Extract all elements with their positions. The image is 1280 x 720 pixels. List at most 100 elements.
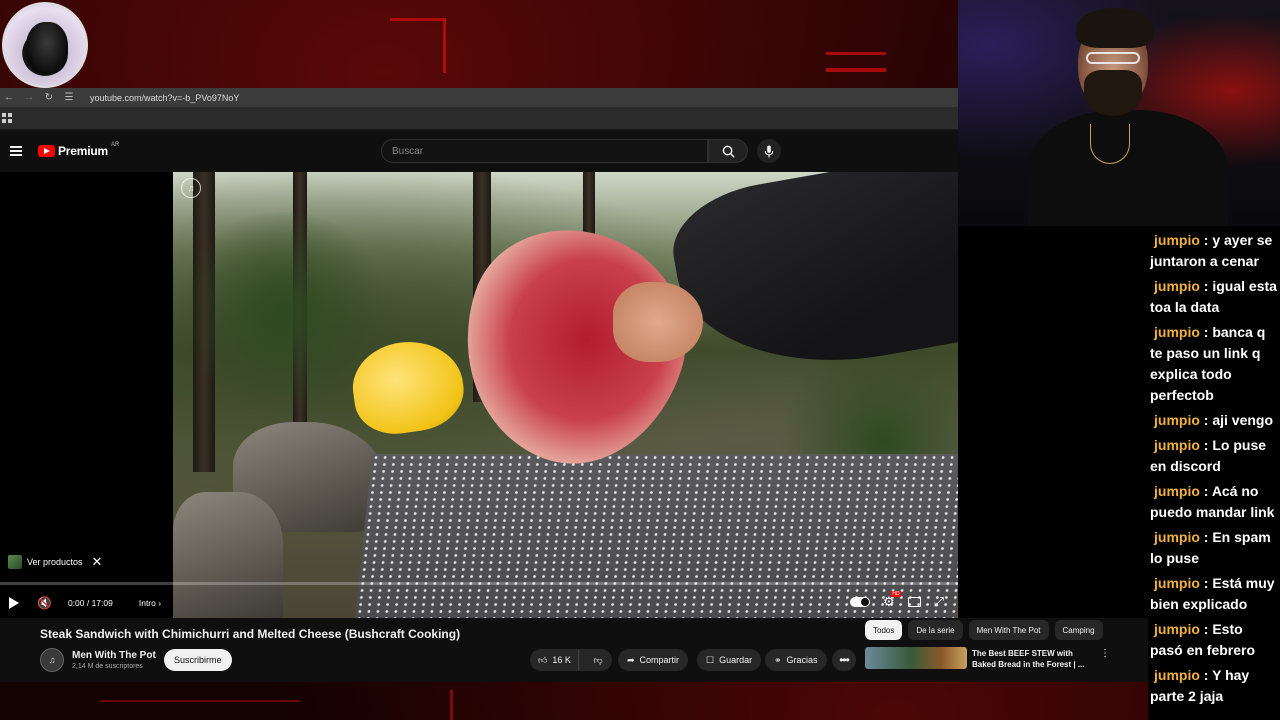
thanks-label: Gracias — [786, 655, 818, 665]
autoplay-toggle[interactable] — [849, 597, 870, 607]
chat-message: jumpio : Y hay parte 2 jaja — [1148, 661, 1280, 707]
channel-watermark-icon[interactable]: ♫ — [181, 178, 201, 198]
video-frame[interactable]: ♫ — [173, 172, 978, 618]
chat-username[interactable]: jumpio — [1154, 232, 1200, 248]
chat-separator: : — [1199, 621, 1213, 637]
muted-volume-icon[interactable]: 🔇 — [37, 596, 52, 610]
chat-message: jumpio : Lo puse en discord — [1148, 431, 1280, 477]
thumbs-up-icon: 👍︎ — [538, 654, 548, 665]
chat-username[interactable]: jumpio — [1154, 483, 1200, 499]
youtube-header: Premium AR Buscar — [0, 130, 958, 172]
filter-chips: Todos De la serie Men With The Pot Camping — [865, 620, 1103, 640]
streamer-necklace — [1090, 124, 1130, 164]
streamer-avatar — [2, 2, 88, 88]
save-button[interactable]: ☐ Guardar — [697, 649, 762, 671]
chat-message: jumpio : Está muy bien explicado — [1148, 569, 1280, 615]
save-label: Guardar — [719, 655, 753, 665]
chat-separator: : — [1199, 483, 1212, 499]
dislike-button[interactable]: 👎︎ — [584, 655, 612, 666]
settings-gear-icon[interactable]: ⚙ HD — [883, 591, 901, 610]
products-label: Ver productos — [27, 557, 83, 567]
apps-grid-icon[interactable] — [2, 113, 12, 123]
player-side-area — [958, 172, 1148, 618]
player-controls: 🔇 0:00 / 17:09 Intro › ⚙ HD ⤢ — [0, 590, 958, 616]
forward-arrow-icon[interactable]: → — [24, 92, 34, 103]
chat-separator: : — [1199, 529, 1213, 545]
background-decoration — [100, 700, 300, 702]
chat-separator: : — [1199, 278, 1213, 294]
background-decoration — [390, 18, 446, 21]
url-field[interactable]: youtube.com/watch?v=-b_PVo97NoY — [90, 93, 239, 103]
background-decoration — [826, 68, 886, 72]
chat-separator: : — [1199, 412, 1213, 428]
search-input[interactable]: Buscar — [381, 139, 708, 163]
avatar-face — [26, 22, 68, 74]
close-icon[interactable]: ✕ — [92, 554, 103, 570]
site-settings-icon[interactable]: ☰ — [64, 92, 74, 103]
stream-chat: jumpio : y ayer se juntaron a cenar jumpi… — [1148, 226, 1280, 720]
miniplayer-icon[interactable] — [907, 597, 921, 607]
video-title: Steak Sandwich with Chimichurri and Melt… — [40, 627, 461, 641]
bookmarks-bar — [0, 107, 958, 130]
channel-avatar[interactable]: ♫ — [40, 648, 64, 672]
player-right-controls: ⚙ HD ⤢ — [849, 591, 944, 610]
share-arrow-icon: ➦ — [627, 654, 635, 665]
youtube-play-logo-icon — [38, 145, 55, 157]
more-actions-button[interactable]: ••• — [832, 649, 856, 671]
chat-message: jumpio : banca q te paso un link q expli… — [1148, 318, 1280, 406]
filter-chip[interactable]: Todos — [865, 620, 903, 640]
chat-separator: : — [1199, 232, 1213, 248]
hamburger-menu-icon[interactable] — [10, 146, 22, 156]
filter-chip[interactable]: De la serie — [908, 620, 963, 640]
streamer-glasses — [1086, 52, 1140, 64]
share-button[interactable]: ➦ Compartir — [618, 649, 689, 671]
chat-username[interactable]: jumpio — [1154, 575, 1200, 591]
background-decoration — [443, 18, 446, 73]
thumbs-down-icon: 👎︎ — [593, 654, 603, 665]
chapter-button[interactable]: Intro › — [139, 598, 161, 608]
chat-username[interactable]: jumpio — [1154, 437, 1200, 453]
background-decoration — [826, 52, 886, 55]
reload-icon[interactable]: ↻ — [44, 92, 54, 103]
logo-text: Premium — [58, 144, 108, 158]
chat-username[interactable]: jumpio — [1154, 621, 1200, 637]
subscribe-button[interactable]: Suscribirme — [164, 649, 232, 671]
video-details: Steak Sandwich with Chimichurri and Melt… — [0, 618, 958, 682]
search-button[interactable] — [708, 139, 748, 163]
region-code: AR — [110, 142, 120, 148]
chat-message: jumpio : Acá no puedo mandar link — [1148, 477, 1280, 523]
youtube-premium-logo[interactable]: Premium AR — [38, 142, 120, 158]
chat-username[interactable]: jumpio — [1154, 324, 1200, 340]
fullscreen-icon[interactable]: ⤢ — [934, 594, 944, 610]
filter-chip[interactable]: Camping — [1054, 620, 1103, 640]
chat-username[interactable]: jumpio — [1154, 278, 1200, 294]
chat-separator: : — [1199, 437, 1213, 453]
streamer-hair — [1076, 8, 1154, 48]
channel-name[interactable]: Men With The Pot — [72, 650, 156, 661]
chat-message: jumpio : Esto pasó en febrero — [1148, 615, 1280, 661]
address-bar: ← → ↻ ☰ youtube.com/watch?v=-b_PVo97NoY — [0, 88, 958, 107]
chat-message: jumpio : igual esta toa la data — [1148, 272, 1280, 318]
products-thumbnail — [8, 555, 22, 569]
subscriber-count: 2,14 M de suscriptores — [72, 663, 143, 670]
filter-chip[interactable]: Men With The Pot — [968, 620, 1049, 640]
voice-search-button[interactable] — [757, 139, 781, 163]
like-button[interactable]: 👍︎ 16 K — [530, 649, 580, 671]
video-player[interactable]: ♫ Ver productos ✕ 🔇 0:00 / 17:09 Intro ›… — [0, 172, 978, 618]
play-icon[interactable] — [9, 597, 19, 609]
progress-bar[interactable] — [0, 582, 958, 585]
back-arrow-icon[interactable]: ← — [4, 92, 14, 103]
thanks-button[interactable]: ⚭ Gracias — [765, 649, 827, 671]
chat-message: jumpio : En spam lo puse — [1148, 523, 1280, 569]
chat-username[interactable]: jumpio — [1154, 412, 1200, 428]
like-count: 16 K — [552, 655, 571, 665]
recommended-video-thumbnail[interactable] — [865, 647, 967, 669]
chapter-label: Intro — [138, 598, 156, 608]
chat-username[interactable]: jumpio — [1154, 529, 1200, 545]
chat-separator: : — [1199, 324, 1213, 340]
microphone-icon — [764, 144, 774, 158]
like-dislike-group: 👍︎ 16 K 👎︎ — [530, 649, 612, 671]
view-products-chip[interactable]: Ver productos ✕ — [8, 554, 102, 570]
background-decoration — [450, 690, 453, 720]
chat-username[interactable]: jumpio — [1154, 667, 1200, 683]
